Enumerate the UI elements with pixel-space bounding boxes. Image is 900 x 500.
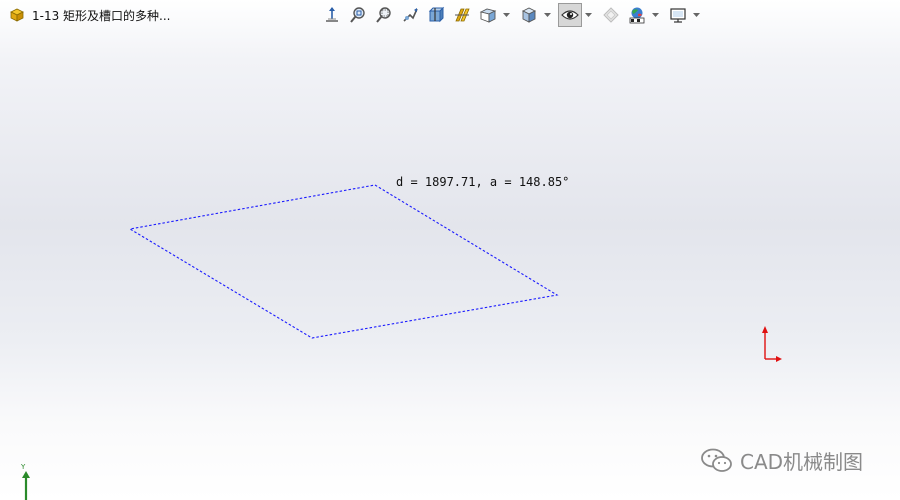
wechat-icon bbox=[701, 448, 732, 472]
watermark: CAD机械制图 bbox=[700, 446, 863, 475]
dashed-sketch-rectangle[interactable] bbox=[128, 184, 559, 339]
measurement-readout: d = 1897.71, a = 148.85° bbox=[396, 175, 570, 189]
mini-axis-indicator bbox=[22, 471, 30, 500]
mini-axis-arrow bbox=[22, 471, 30, 478]
triad-x-arrow bbox=[776, 356, 782, 362]
triad-y-arrow bbox=[762, 326, 768, 333]
mini-axis-label: Y bbox=[21, 463, 26, 471]
reference-triad bbox=[762, 326, 782, 362]
graphics-area[interactable]: 1-13 矩形及槽口的多种... d = 1897.71, a = 148.85… bbox=[0, 0, 900, 500]
sketch-canvas[interactable] bbox=[0, 0, 900, 500]
watermark-text: CAD机械制图 bbox=[740, 450, 864, 474]
